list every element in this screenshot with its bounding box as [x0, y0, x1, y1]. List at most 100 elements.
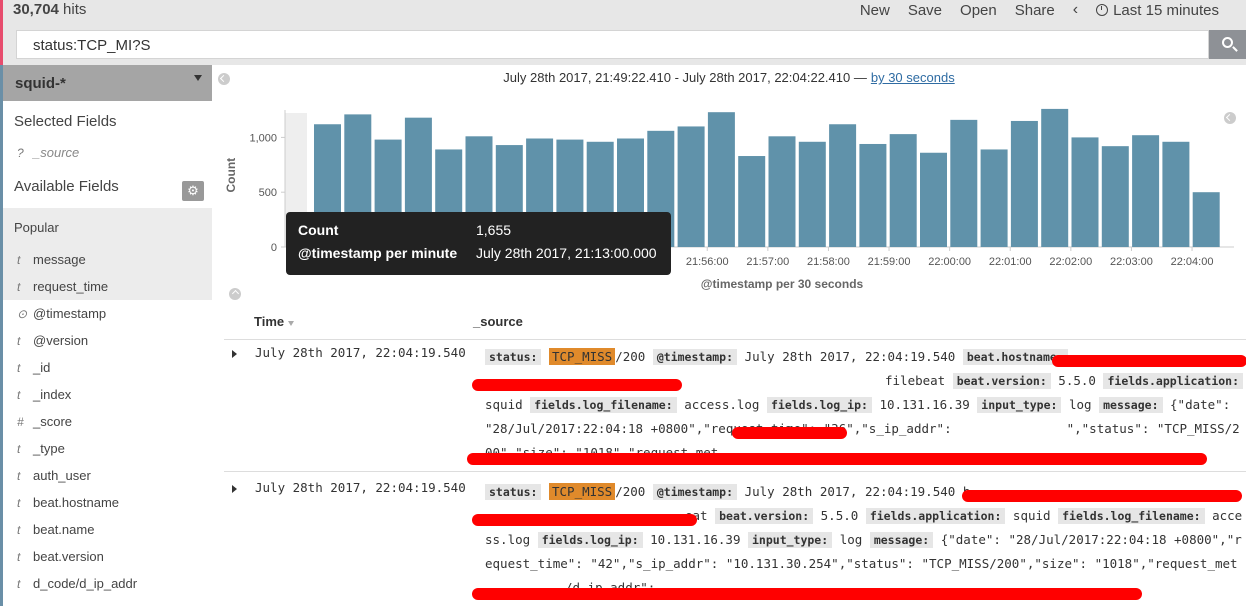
histogram-bar[interactable] [980, 149, 1008, 247]
histogram-bar[interactable] [1132, 135, 1160, 247]
field-name: _index [33, 387, 72, 402]
histogram-bar[interactable] [829, 124, 857, 247]
string-type-icon: t [17, 576, 21, 591]
field-value: /200 [615, 349, 646, 364]
time-picker[interactable]: Last 15 minutes [1096, 2, 1219, 19]
expand-row-icon[interactable] [232, 485, 237, 493]
histogram-bar[interactable] [738, 156, 766, 247]
histogram-bar[interactable] [1101, 146, 1129, 247]
x-tick-label: 22:04:00 [1171, 256, 1214, 268]
search-bar: status:TCP_MI?S [0, 24, 1246, 65]
collapse-chart-icon[interactable] [229, 288, 241, 300]
field-key: status: [485, 349, 542, 365]
time-range-header: July 28th 2017, 21:49:22.410 - July 28th… [212, 70, 1246, 85]
histogram-bar[interactable] [1041, 108, 1069, 248]
clock-icon [1096, 3, 1109, 16]
sidebar-field-auth-user[interactable]: t auth_user [3, 462, 212, 489]
histogram-bar[interactable] [1071, 137, 1099, 247]
field-value: 10.131.16.39 [650, 532, 741, 547]
selected-fields-title: Selected Fields [14, 113, 117, 130]
sidebar-field-type[interactable]: t _type [3, 435, 212, 462]
sidebar-field-version[interactable]: t @version [3, 327, 212, 354]
field-name: _source [33, 145, 80, 160]
sidebar-field-request-time[interactable]: t request_time [3, 273, 212, 300]
histogram-bar[interactable] [768, 136, 796, 247]
row-time: July 28th 2017, 22:04:19.540 [255, 480, 466, 495]
histogram-bar[interactable] [707, 112, 735, 247]
string-type-icon: t [17, 279, 21, 294]
field-key: fields.application: [1103, 373, 1244, 389]
field-value: 5.5.0 [1058, 373, 1096, 388]
new-button[interactable]: New [860, 2, 890, 19]
clock-icon: ⊙ [17, 306, 28, 321]
interval-link[interactable]: by 30 seconds [871, 70, 955, 85]
sidebar-field-id[interactable]: t _id [3, 354, 212, 381]
expand-row-icon[interactable] [232, 350, 237, 358]
redaction-mark [732, 427, 847, 439]
index-pattern-selector[interactable]: squid-* [3, 65, 212, 101]
x-tick-label: 22:00:00 [928, 256, 971, 268]
tooltip-ts-label: @timestamp per minute [298, 245, 458, 261]
redaction-mark [472, 379, 682, 391]
sidebar-field-beat-version[interactable]: t beat.version [3, 543, 212, 570]
highlight-value: TCP_MISS [549, 483, 616, 500]
field-name: _id [33, 360, 51, 375]
share-button[interactable]: Share [1015, 2, 1055, 19]
popular-fields: Popular t message t request_time [3, 208, 212, 300]
sidebar-field-d-code[interactable]: t d_code/d_ip_addr [3, 570, 212, 597]
sidebar-field-index[interactable]: t _index [3, 381, 212, 408]
redaction-mark [472, 514, 697, 526]
table-row[interactable]: July 28th 2017, 22:04:19.540 status: TCP… [224, 476, 1246, 606]
field-name: message [33, 252, 86, 267]
histogram-bar[interactable] [1010, 120, 1038, 247]
sidebar-field-beat-hostname[interactable]: t beat.hostname [3, 489, 212, 516]
time-header-label: Time [254, 314, 285, 329]
histogram-chart: 05001,000Count21:50:0021:51:0021:52:0021… [212, 105, 1246, 300]
string-type-icon: t [17, 522, 21, 537]
table-row[interactable]: July 28th 2017, 22:04:19.540 status: TCP… [224, 341, 1246, 472]
y-tick-label: 1,000 [249, 132, 277, 144]
sidebar-field-message[interactable]: t message [3, 246, 212, 273]
field-value: squid [485, 397, 523, 412]
time-column-header[interactable]: Time [254, 314, 295, 329]
tooltip-count-value: 1,655 [476, 222, 512, 238]
histogram-bar[interactable] [889, 134, 917, 247]
y-tick-label: 0 [271, 242, 277, 254]
gear-icon[interactable]: ⚙ [182, 181, 204, 201]
field-key: fields.log_ip: [537, 532, 643, 548]
string-type-icon: t [17, 333, 21, 348]
x-tick-label: 22:01:00 [989, 256, 1032, 268]
chevron-left-icon[interactable]: ‹ [1073, 1, 1078, 19]
sidebar-field-timestamp[interactable]: ⊙ @timestamp [3, 300, 212, 327]
field-value: log [1069, 397, 1092, 412]
histogram-bar[interactable] [677, 126, 705, 247]
main-content: July 28th 2017, 21:49:22.410 - July 28th… [212, 65, 1246, 606]
field-name: beat.name [33, 522, 95, 537]
field-key: @timestamp: [652, 349, 738, 365]
field-name: _score [33, 414, 73, 429]
histogram-bar[interactable] [1162, 141, 1190, 247]
field-value: access.log [684, 397, 760, 412]
sidebar-field-score[interactable]: # _score [3, 408, 212, 435]
sidebar-field-beat-name[interactable]: t beat.name [3, 516, 212, 543]
y-tick-label: 500 [259, 187, 277, 199]
search-input[interactable]: status:TCP_MI?S [16, 30, 1209, 59]
field-key: beat.version: [952, 373, 1051, 389]
histogram-bar[interactable] [1192, 192, 1220, 247]
histogram-bar[interactable] [798, 141, 826, 247]
histogram-bar[interactable] [950, 119, 978, 247]
string-type-icon: t [17, 549, 21, 564]
field-key: beat.version: [715, 508, 814, 524]
histogram-bar[interactable] [859, 143, 887, 247]
string-type-icon: t [17, 468, 21, 483]
search-button[interactable] [1209, 30, 1246, 59]
save-button[interactable]: Save [908, 2, 942, 19]
index-pattern-label: squid-* [15, 75, 66, 92]
histogram-bar[interactable] [920, 152, 947, 247]
open-button[interactable]: Open [960, 2, 997, 19]
chart-tooltip: Count 1,655 @timestamp per minute July 2… [286, 212, 671, 275]
sidebar-field-source[interactable]: ? _source [3, 139, 212, 166]
string-type-icon: t [17, 441, 21, 456]
field-key: input_type: [977, 397, 1062, 413]
field-key: message: [1099, 397, 1163, 413]
